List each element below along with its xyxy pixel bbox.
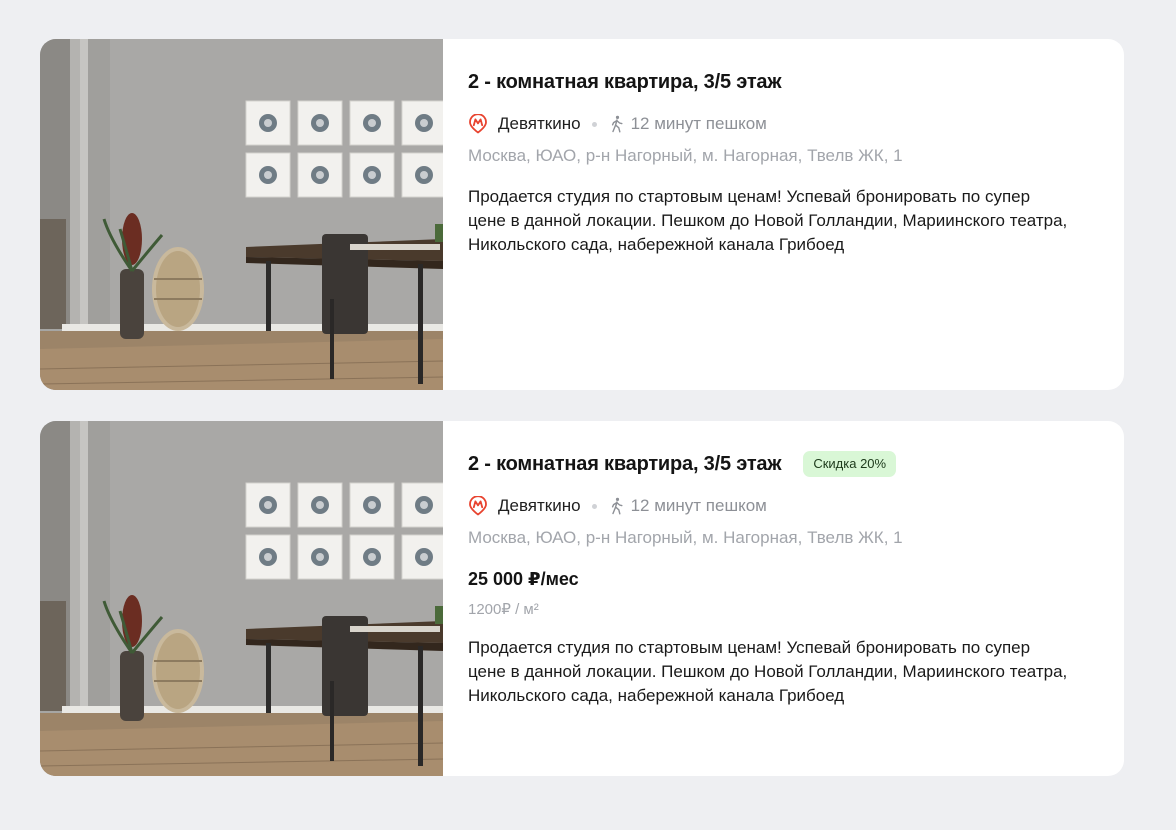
- price-per-sqm: 1200₽ / м²: [468, 601, 539, 618]
- metro-row: Девяткино 12 минут пешком: [468, 495, 1084, 517]
- metro-row: Девяткино 12 минут пешком: [468, 113, 1084, 135]
- separator-dot: [591, 121, 597, 127]
- listing-photo[interactable]: [40, 39, 443, 390]
- walk-time: 12 минут пешком: [630, 114, 767, 133]
- metro-icon: [469, 114, 487, 134]
- listing-price: 25 000 ₽/мес: [468, 569, 579, 589]
- separator-dot: [591, 503, 597, 509]
- listing-photo[interactable]: [40, 421, 443, 776]
- listing-address: Москва, ЮАО, р-н Нагорный, м. Нагорная, …: [468, 528, 903, 547]
- metro-station: Девяткино: [498, 496, 581, 515]
- listing-description: Продается студия по стартовым ценам! Усп…: [468, 638, 1068, 705]
- listing-address: Москва, ЮАО, р-н Нагорный, м. Нагорная, …: [468, 146, 903, 165]
- listing-card[interactable]: 2 - комнатная квартира, 3/5 этаж Девятки…: [40, 39, 1124, 390]
- walking-person-icon: [611, 497, 623, 515]
- listing-title[interactable]: 2 - комнатная квартира, 3/5 этаж: [468, 453, 782, 476]
- listing-info: 2 - комнатная квартира, 3/5 этаж Девятки…: [443, 39, 1124, 390]
- listing-info: 2 - комнатная квартира, 3/5 этаж Скидка …: [443, 421, 1124, 776]
- listing-card[interactable]: 2 - комнатная квартира, 3/5 этаж Скидка …: [40, 421, 1124, 776]
- discount-badge: Скидка 20%: [803, 451, 897, 477]
- walk-time: 12 минут пешком: [630, 496, 767, 515]
- metro-station: Девяткино: [498, 114, 581, 133]
- walking-person-icon: [611, 115, 623, 133]
- listing-description: Продается студия по стартовым ценам! Усп…: [468, 187, 1068, 254]
- metro-icon: [469, 496, 487, 516]
- listing-title[interactable]: 2 - комнатная квартира, 3/5 этаж: [468, 71, 782, 94]
